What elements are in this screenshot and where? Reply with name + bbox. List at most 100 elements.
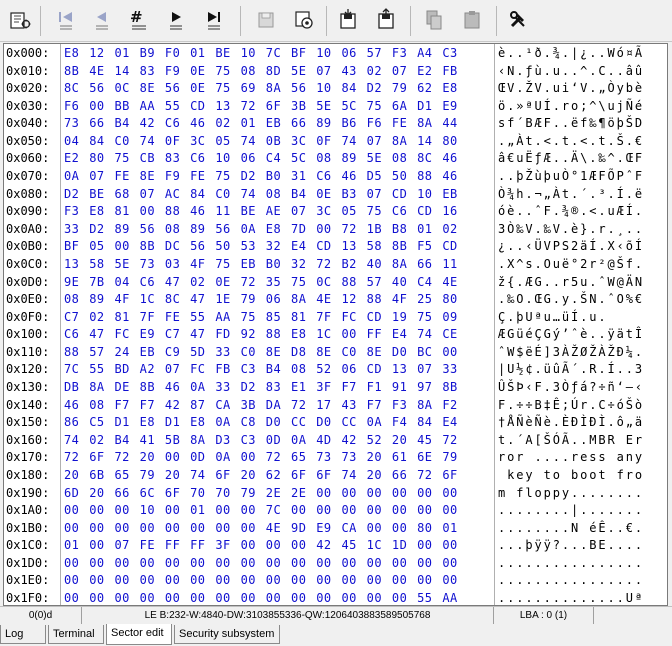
hex-row-ascii[interactable]: â€uËƒÆ..Ä\.‰^.ŒF	[498, 149, 644, 167]
hex-row-bytes[interactable]: 74 02 B4 41 5B 8A D3 C3 0D 0A 4D 42 52 2…	[64, 431, 458, 449]
hex-row-bytes[interactable]: 00 00 00 00 00 00 00 00 00 00 00 00 00 0…	[64, 589, 458, 605]
hex-row-ascii[interactable]: ...þÿÿ?...BE....	[498, 536, 644, 554]
hex-row[interactable]: 0x1F0: 00 00 00 00 00 00 00 00 00 00 00 0…	[4, 589, 667, 605]
goto-sector-icon[interactable]: #	[124, 6, 152, 34]
hex-row[interactable]: 0x140: 46 08 F7 F7 42 87 CA 3B DA 72 17 4…	[4, 396, 667, 414]
tab-terminal[interactable]: Terminal	[48, 625, 104, 644]
hex-row-ascii[interactable]: ž{.ÆG..r5u.ˆW@ÄN	[498, 273, 644, 291]
hex-row-ascii[interactable]: key to boot fro	[498, 466, 644, 484]
hex-row[interactable]: 0x060: E2 80 75 CB 83 C6 10 06 C4 5C 08 8…	[4, 149, 667, 167]
tab-log[interactable]: Log	[0, 625, 46, 644]
hex-row[interactable]: 0x1E0: 00 00 00 00 00 00 00 00 00 00 00 0…	[4, 571, 667, 589]
save-sector-icon[interactable]	[372, 6, 400, 34]
hex-row[interactable]: 0x110: 88 57 24 EB C9 5D 33 C0 8E D8 8E C…	[4, 343, 667, 361]
save-disk-icon[interactable]	[252, 6, 280, 34]
save-config-icon[interactable]	[290, 6, 318, 34]
hex-row-bytes[interactable]: 8B 4E 14 83 F9 0E 75 08 8D 5E 07 43 02 0…	[64, 62, 458, 80]
hex-row[interactable]: 0x180: 20 6B 65 79 20 74 6F 20 62 6F 6F 7…	[4, 466, 667, 484]
hex-row-ascii[interactable]: |U½¢.üûÃ´.R.Í..3	[498, 360, 644, 378]
hex-row-bytes[interactable]: D2 BE 68 07 AC 84 C0 74 08 B4 0E B3 07 C…	[64, 185, 458, 203]
hex-row-bytes[interactable]: 72 6F 72 20 00 0D 0A 00 72 65 73 73 20 6…	[64, 448, 458, 466]
hex-row-bytes[interactable]: C6 47 FC E9 C7 47 FD 92 88 E8 1C 00 FF E…	[64, 325, 458, 343]
hex-row-ascii[interactable]: †ÅÑèÑè.ÈÐÌÐÌ.ô„ä	[498, 413, 644, 431]
skip-first-icon[interactable]	[52, 6, 80, 34]
hex-row-ascii[interactable]: è..¹ð.¾.|¿..Wó¤Ã	[498, 44, 644, 62]
hex-row[interactable]: 0x0B0: BF 05 00 8B DC 56 50 53 32 E4 CD 1…	[4, 237, 667, 255]
hex-row-ascii[interactable]: .X^s.Ouë°2r²@Šf.	[498, 255, 644, 273]
hex-row-ascii[interactable]: ‹N.ƒù.u..^.C..âû	[498, 62, 644, 80]
copy-icon[interactable]	[420, 6, 448, 34]
hex-row[interactable]: 0x0E0: 08 89 4F 1C 8C 47 1E 79 06 8A 4E 1…	[4, 290, 667, 308]
hex-row-ascii[interactable]: ö.»ªUÍ.ro;^\ujÑé	[498, 97, 644, 115]
hex-row[interactable]: 0x070: 0A 07 FE 8E F9 FE 75 D2 B0 31 C6 4…	[4, 167, 667, 185]
hex-row[interactable]: 0x030: F6 00 BB AA 55 CD 13 72 6F 3B 5E 5…	[4, 97, 667, 115]
hex-row[interactable]: 0x120: 7C 55 BD A2 07 FC FB C3 B4 08 52 0…	[4, 360, 667, 378]
hex-row-ascii[interactable]: ror ....ress any	[498, 448, 644, 466]
hex-row[interactable]: 0x0C0: 13 58 5E 73 03 4F 75 EB B0 32 72 B…	[4, 255, 667, 273]
hex-row-bytes[interactable]: 00 00 00 00 00 00 00 00 4E 9D E9 CA 00 0…	[64, 519, 458, 537]
hex-row[interactable]: 0x170: 72 6F 72 20 00 0D 0A 00 72 65 73 7…	[4, 448, 667, 466]
hex-row[interactable]: 0x040: 73 66 B4 42 C6 46 02 01 EB 66 89 B…	[4, 114, 667, 132]
load-sector-icon[interactable]	[334, 6, 362, 34]
hex-row-bytes[interactable]: 00 00 00 10 00 01 00 00 7C 00 00 00 00 0…	[64, 501, 458, 519]
hex-row[interactable]: 0x0D0: 9E 7B 04 C6 47 02 0E 72 35 75 0C 8…	[4, 273, 667, 291]
hex-row-bytes[interactable]: 73 66 B4 42 C6 46 02 01 EB 66 89 B6 F6 F…	[64, 114, 458, 132]
step-forward-icon[interactable]	[162, 6, 190, 34]
hex-row-bytes[interactable]: 0A 07 FE 8E F9 FE 75 D2 B0 31 C6 46 D5 5…	[64, 167, 458, 185]
hex-row-bytes[interactable]: 08 89 4F 1C 8C 47 1E 79 06 8A 4E 12 88 4…	[64, 290, 458, 308]
hex-row-bytes[interactable]: 00 00 00 00 00 00 00 00 00 00 00 00 00 0…	[64, 554, 458, 572]
hex-row-ascii[interactable]: m floppy........	[498, 484, 644, 502]
hex-row[interactable]: 0x1A0: 00 00 00 10 00 01 00 00 7C 00 00 0…	[4, 501, 667, 519]
hex-row-ascii[interactable]: F.÷÷B‡Ê;Úr.C÷óŠò	[498, 396, 644, 414]
hex-row-ascii[interactable]: ¿..‹ÜVPS2äÍ.X‹õÍ	[498, 237, 644, 255]
hex-row[interactable]: 0x190: 6D 20 66 6C 6F 70 70 79 2E 2E 00 0…	[4, 484, 667, 502]
tab-sector-edit[interactable]: Sector edit	[106, 624, 172, 645]
hex-row-ascii[interactable]: ................	[498, 571, 644, 589]
hex-row-bytes[interactable]: 01 00 07 FE FF FF 3F 00 00 00 42 45 1C 1…	[64, 536, 458, 554]
hex-row-ascii[interactable]: ÆGüéÇGý’ˆè..ÿätÎ	[498, 325, 644, 343]
hex-row[interactable]: 0x050: 04 84 C0 74 0F 3C 05 74 0B 3C 0F 7…	[4, 132, 667, 150]
hex-row-bytes[interactable]: 7C 55 BD A2 07 FC FB C3 B4 08 52 06 CD 1…	[64, 360, 458, 378]
hex-row-bytes[interactable]: 86 C5 D1 E8 D1 E8 0A C8 D0 CC D0 CC 0A F…	[64, 413, 458, 431]
open-device-icon[interactable]	[6, 6, 34, 34]
hex-row-bytes[interactable]: 13 58 5E 73 03 4F 75 EB B0 32 72 B2 40 8…	[64, 255, 458, 273]
hex-row-bytes[interactable]: BF 05 00 8B DC 56 50 53 32 E4 CD 13 58 8…	[64, 237, 458, 255]
hex-row-bytes[interactable]: C7 02 81 7F FE 55 AA 75 85 81 7F FC CD 1…	[64, 308, 458, 326]
hex-row[interactable]: 0x1C0: 01 00 07 FE FF FF 3F 00 00 00 42 4…	[4, 536, 667, 554]
tab-security-subsystem[interactable]: Security subsystem	[174, 625, 280, 644]
hex-row-ascii[interactable]: ........N éÊ..€.	[498, 519, 644, 537]
hex-row[interactable]: 0x1B0: 00 00 00 00 00 00 00 00 4E 9D E9 C…	[4, 519, 667, 537]
hex-row[interactable]: 0x0A0: 33 D2 89 56 08 89 56 0A E8 7D 00 7…	[4, 220, 667, 238]
hex-row-bytes[interactable]: 20 6B 65 79 20 74 6F 20 62 6F 6F 74 20 6…	[64, 466, 458, 484]
hex-row-ascii[interactable]: ..............Uª	[498, 589, 644, 605]
hex-row-ascii[interactable]: óè..ˆF.¾®.<.uÆÍ.	[498, 202, 644, 220]
hex-row-bytes[interactable]: 9E 7B 04 C6 47 02 0E 72 35 75 0C 88 57 4…	[64, 273, 458, 291]
hex-row-ascii[interactable]: ŒV.ŽV.ui‘V.„Òybè	[498, 79, 644, 97]
hex-row-ascii[interactable]: Ç.þUªu…üÍ.u.	[498, 308, 608, 326]
hex-row-bytes[interactable]: 04 84 C0 74 0F 3C 05 74 0B 3C 0F 74 07 8…	[64, 132, 458, 150]
hex-row-bytes[interactable]: E8 12 01 B9 F0 01 BE 10 7C BF 10 06 57 F…	[64, 44, 458, 62]
hex-row[interactable]: 0x000: E8 12 01 B9 F0 01 BE 10 7C BF 10 0…	[4, 44, 667, 62]
hex-row[interactable]: 0x020: 8C 56 0C 8E 56 0E 75 69 8A 56 10 8…	[4, 79, 667, 97]
tools-icon[interactable]	[504, 6, 532, 34]
hex-row-bytes[interactable]: DB 8A DE 8B 46 0A 33 D2 83 E1 3F F7 F1 9…	[64, 378, 458, 396]
hex-row[interactable]: 0x130: DB 8A DE 8B 46 0A 33 D2 83 E1 3F F…	[4, 378, 667, 396]
paste-icon[interactable]	[458, 6, 486, 34]
hex-row-ascii[interactable]: ÛŠÞ‹F.3Òƒá?÷ñ‘—‹	[498, 378, 644, 396]
hex-row[interactable]: 0x0F0: C7 02 81 7F FE 55 AA 75 85 81 7F F…	[4, 308, 667, 326]
hex-view[interactable]: 0x000: E8 12 01 B9 F0 01 BE 10 7C BF 10 0…	[3, 43, 668, 606]
hex-row-ascii[interactable]: Ò¾h.¬„Àt.´.³.Í.ë	[498, 185, 644, 203]
hex-row[interactable]: 0x080: D2 BE 68 07 AC 84 C0 74 08 B4 0E B…	[4, 185, 667, 203]
hex-row-ascii[interactable]: ˆW$ëÉ]3ÀŽØŽÀŽÐ¼.	[498, 343, 644, 361]
hex-row-bytes[interactable]: E2 80 75 CB 83 C6 10 06 C4 5C 08 89 5E 0…	[64, 149, 458, 167]
hex-row-bytes[interactable]: 46 08 F7 F7 42 87 CA 3B DA 72 17 43 F7 F…	[64, 396, 458, 414]
hex-row[interactable]: 0x090: F3 E8 81 00 88 46 11 BE AE 07 3C 0…	[4, 202, 667, 220]
step-back-icon[interactable]	[88, 6, 116, 34]
hex-row-bytes[interactable]: F6 00 BB AA 55 CD 13 72 6F 3B 5E 5C 75 6…	[64, 97, 458, 115]
hex-row-ascii[interactable]: t.´A[ŠÓÃ..MBR Er	[498, 431, 644, 449]
hex-row-bytes[interactable]: 6D 20 66 6C 6F 70 70 79 2E 2E 00 00 00 0…	[64, 484, 458, 502]
hex-row[interactable]: 0x100: C6 47 FC E9 C7 47 FD 92 88 E8 1C 0…	[4, 325, 667, 343]
hex-row[interactable]: 0x150: 86 C5 D1 E8 D1 E8 0A C8 D0 CC D0 C…	[4, 413, 667, 431]
hex-row-bytes[interactable]: 33 D2 89 56 08 89 56 0A E8 7D 00 72 1B B…	[64, 220, 458, 238]
hex-row-ascii[interactable]: ........|.......	[498, 501, 644, 519]
